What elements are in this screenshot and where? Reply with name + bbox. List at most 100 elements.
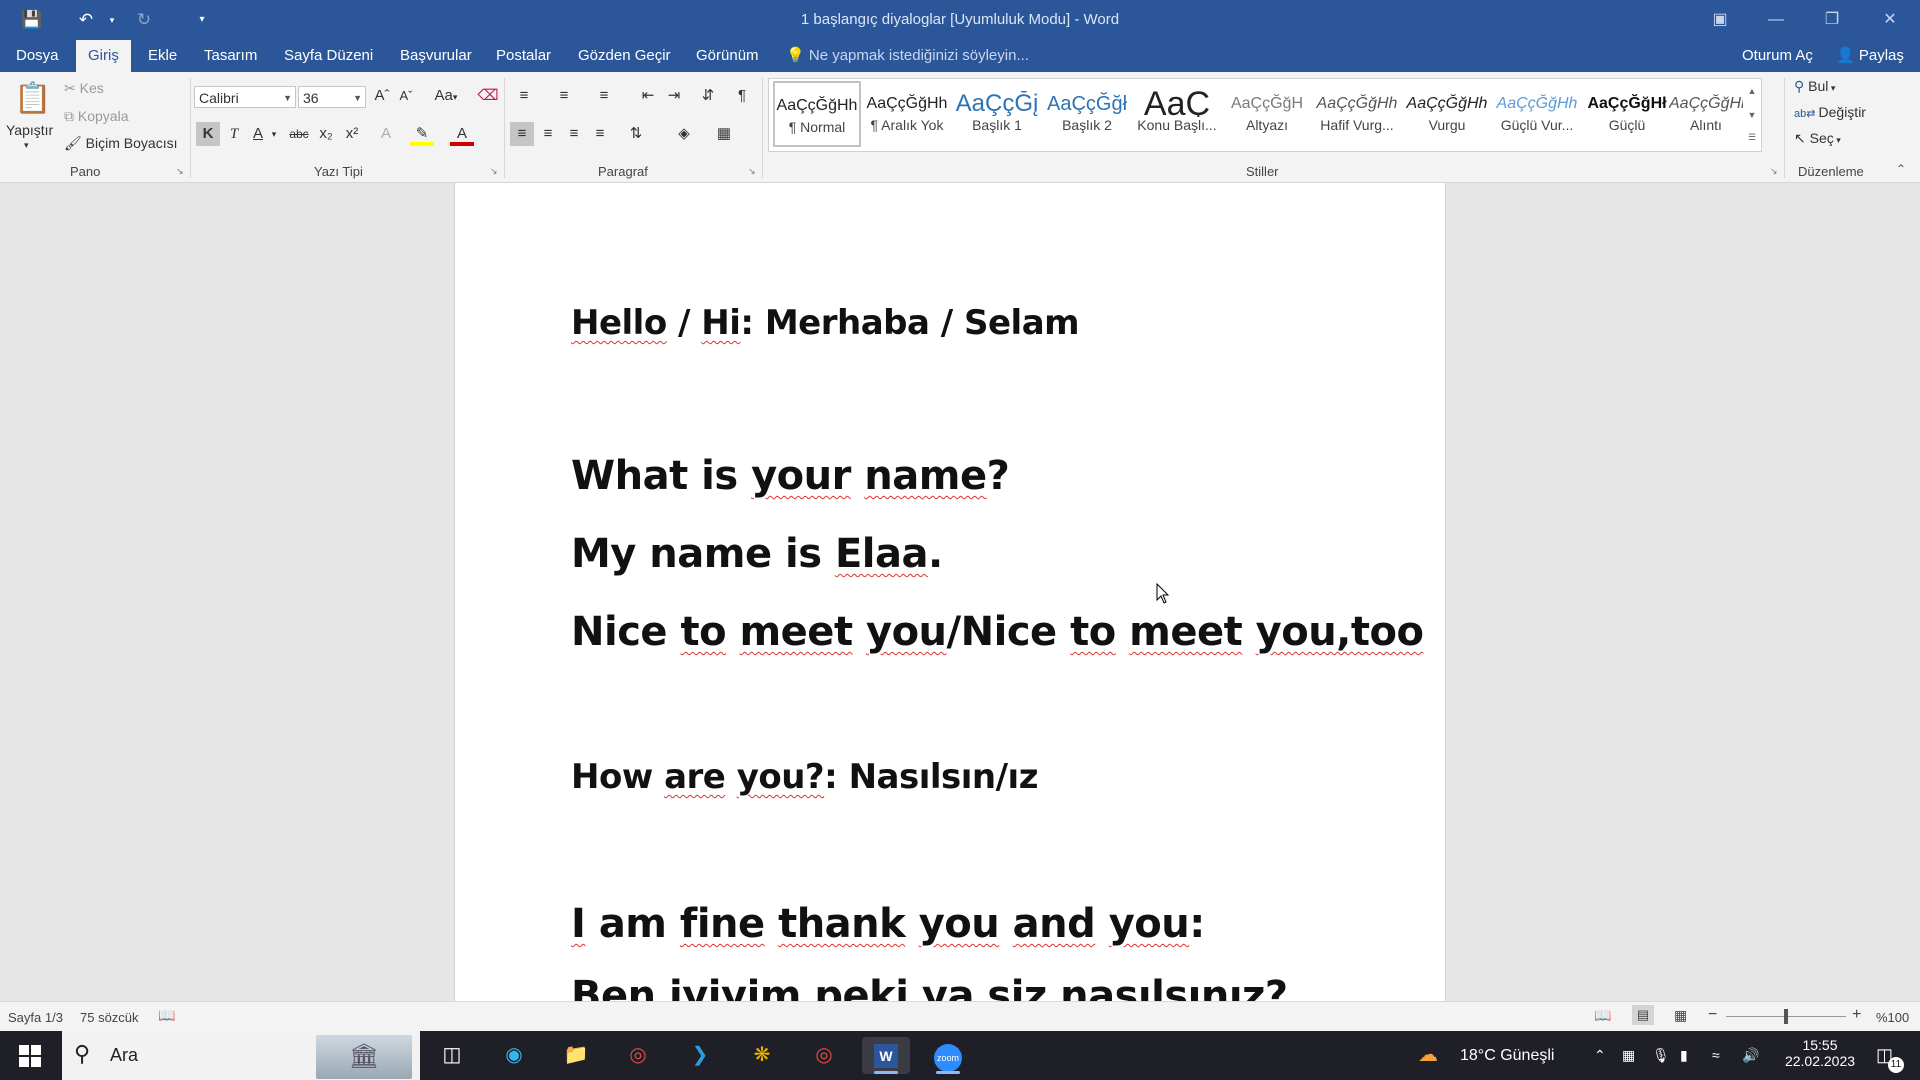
style-title[interactable]: AaÇ Konu Başlı... [1133, 81, 1221, 147]
zoom-slider-thumb[interactable] [1784, 1009, 1788, 1024]
shrink-font-icon[interactable]: Aˇ [394, 84, 418, 108]
word-app-icon[interactable]: W [862, 1037, 910, 1074]
slack-icon[interactable]: ❋ [738, 1037, 786, 1074]
paste-button[interactable]: Yapıştır [6, 122, 53, 138]
line-spacing-icon[interactable]: ⇅ [624, 122, 648, 146]
zoom-in-icon[interactable]: + [1852, 1006, 1861, 1024]
weather-icon[interactable]: ☁ [1418, 1031, 1438, 1080]
ribbon-display-options-icon[interactable]: ▣ [1692, 0, 1748, 40]
proofing-icon[interactable]: 📖 [158, 1007, 175, 1024]
zoom-out-icon[interactable]: − [1708, 1006, 1717, 1024]
tab-postalar[interactable]: Postalar [484, 40, 563, 72]
shading-icon[interactable]: ◈ [672, 122, 696, 146]
paragraph-ben-iyiyim[interactable]: Ben iyiyim peki ya siz nasılsınız? [571, 973, 1288, 1001]
paragraph-how-are-you[interactable]: How are you?: Nasılsın/ız [571, 757, 1038, 797]
share-button[interactable]: 👤 Paylaş [1824, 40, 1916, 72]
clipboard-launcher-icon[interactable]: ↘ [176, 166, 184, 177]
tab-tasarim[interactable]: Tasarım [192, 40, 269, 72]
taskbar-search-box[interactable]: ⚲ Ara 🏛 [62, 1031, 420, 1080]
sort-icon[interactable]: ⇵ [696, 84, 720, 108]
tab-dosya[interactable]: Dosya [4, 40, 71, 72]
numbering-icon[interactable]: ≡ [552, 84, 576, 108]
font-name-combo[interactable]: Calibri ▼ [194, 86, 296, 108]
gallery-scroll-up-icon[interactable]: ▲ [1743, 79, 1761, 103]
style-normal[interactable]: AaÇçĞğHh ¶ Normal [773, 81, 861, 147]
gallery-scroll-down-icon[interactable]: ▼ [1743, 103, 1761, 127]
grow-font-icon[interactable]: Aˆ [370, 84, 394, 108]
bullets-icon[interactable]: ≡ [512, 84, 536, 108]
style-subtle-emphasis[interactable]: AaÇçĞğHh Hafif Vurg... [1313, 81, 1401, 147]
clear-formatting-icon[interactable]: ⌫ [476, 84, 500, 108]
style-subtitle[interactable]: AaÇçĞğH Altyazı [1223, 81, 1311, 147]
underline-button[interactable]: A [246, 122, 270, 146]
gallery-more-icon[interactable]: ☰ [1743, 125, 1761, 149]
select-button[interactable]: ↖ Seç ▾ [1794, 130, 1841, 147]
strikethrough-button[interactable]: abc [284, 122, 314, 146]
chrome-icon[interactable]: ◎ [614, 1037, 662, 1074]
task-view-icon[interactable]: ◫ [428, 1037, 476, 1074]
styles-launcher-icon[interactable]: ↘ [1770, 166, 1778, 177]
style-strong[interactable]: AaÇçĞğHł Güçlü [1583, 81, 1671, 147]
italic-button[interactable]: T [222, 122, 246, 146]
vscode-icon[interactable]: ❯ [676, 1037, 724, 1074]
print-layout-icon[interactable]: ▤ [1632, 1005, 1654, 1025]
justify-icon[interactable]: ≡ [588, 122, 612, 146]
style-quote[interactable]: AaÇçĞğHh Alıntı [1669, 81, 1743, 147]
close-button[interactable]: ✕ [1862, 0, 1918, 40]
tab-gorunum[interactable]: Görünüm [684, 40, 771, 72]
restore-button[interactable]: ❐ [1804, 0, 1860, 40]
wifi-icon[interactable]: ≈ [1712, 1031, 1720, 1080]
cut-button[interactable]: ✂ Kes [64, 80, 104, 97]
zoom-app-icon[interactable]: zoom [924, 1037, 972, 1074]
microphone-icon[interactable]: 🎙 [1652, 1031, 1670, 1080]
minimize-button[interactable]: — [1748, 0, 1804, 40]
style-heading-1[interactable]: AaÇçĞį Başlık 1 [953, 81, 1041, 147]
edge-icon[interactable]: ◉ [490, 1037, 538, 1074]
style-heading-2[interactable]: AaÇçĞğł Başlık 2 [1043, 81, 1131, 147]
font-size-combo[interactable]: 36 ▼ [298, 86, 366, 108]
find-button[interactable]: ⚲ Bul ▾ [1794, 78, 1835, 95]
font-launcher-icon[interactable]: ↘ [490, 166, 498, 177]
file-explorer-icon[interactable]: 📁 [552, 1037, 600, 1074]
style-intense-emphasis[interactable]: AaÇçĞğHh Güçlü Vur... [1493, 81, 1581, 147]
align-left-icon[interactable]: ≡ [510, 122, 534, 146]
replace-button[interactable]: ab⇄ Değiştir [1794, 104, 1866, 120]
search-highlight-image[interactable]: 🏛 [316, 1035, 412, 1079]
align-right-icon[interactable]: ≡ [562, 122, 586, 146]
tab-gozden-gecir[interactable]: Gözden Geçir [566, 40, 683, 72]
subscript-button[interactable]: x₂ [314, 122, 338, 146]
copy-button[interactable]: ⧉ Kopyala [64, 108, 128, 125]
paragraph-i-am-fine[interactable]: I am fine thank you and you: [571, 901, 1205, 947]
paragraph-launcher-icon[interactable]: ↘ [748, 166, 756, 177]
underline-dropdown-icon[interactable]: ▾ [268, 122, 280, 146]
tab-giris[interactable]: Giriş [76, 40, 131, 72]
collapse-ribbon-icon[interactable]: ⌃ [1896, 162, 1906, 176]
tab-ekle[interactable]: Ekle [136, 40, 189, 72]
signin-link[interactable]: Oturum Aç [1730, 40, 1825, 72]
paste-icon[interactable]: 📋 [14, 80, 52, 118]
decrease-indent-icon[interactable]: ⇤ [636, 84, 660, 108]
paragraph-nice-to-meet-you[interactable]: Nice to meet you/Nice to meet you,too [571, 609, 1424, 655]
paragraph-my-name[interactable]: My name is Elaa. [571, 531, 943, 577]
borders-icon[interactable]: ▦ [712, 122, 736, 146]
show-hidden-icons-icon[interactable]: ⌃ [1594, 1031, 1606, 1080]
align-center-icon[interactable]: ≡ [536, 122, 560, 146]
tab-sayfa-duzeni[interactable]: Sayfa Düzeni [272, 40, 385, 72]
change-case-button[interactable]: Aa▾ [426, 84, 466, 108]
weather-text[interactable]: 18°C Güneşli [1460, 1031, 1554, 1080]
tab-basvurular[interactable]: Başvurular [388, 40, 484, 72]
paste-dropdown-icon[interactable]: ▾ [24, 140, 29, 151]
word-count[interactable]: 75 sözcük [80, 1010, 139, 1025]
notifications-icon[interactable]: ◫ 11 [1876, 1031, 1904, 1080]
superscript-button[interactable]: x² [340, 122, 364, 146]
zoom-level[interactable]: %100 [1876, 1010, 1909, 1025]
paragraph-hello[interactable]: Hello / Hi: Merhaba / Selam [571, 303, 1080, 343]
meet-now-icon[interactable]: ▦ [1622, 1031, 1635, 1080]
windows-start-icon[interactable] [6, 1037, 54, 1074]
format-painter-button[interactable]: 🖌 Biçim Boyacısı [64, 135, 177, 152]
text-effects-icon[interactable]: A [374, 122, 398, 146]
clock[interactable]: 15:55 22.02.2023 [1770, 1031, 1870, 1080]
battery-icon[interactable]: ▮ [1680, 1031, 1688, 1080]
read-mode-icon[interactable]: 📖 [1594, 1007, 1611, 1024]
paragraph-what-is-your-name[interactable]: What is your name? [571, 453, 1010, 499]
